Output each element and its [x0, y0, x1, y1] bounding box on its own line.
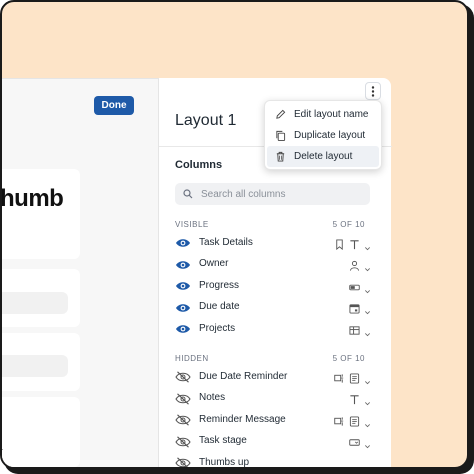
calendar-icon [349, 301, 360, 314]
hidden-heading: HIDDEN [175, 354, 209, 363]
chevron-down-icon[interactable] [364, 394, 371, 406]
bookmark-icon [334, 237, 345, 250]
column-label: Reminder Message [199, 413, 286, 425]
app-canvas: Done humb r [0, 78, 158, 467]
input-field[interactable] [2, 355, 68, 377]
chevron-down-icon[interactable] [364, 437, 371, 449]
visible-count: 5 OF 10 [332, 220, 365, 229]
eye-off-icon[interactable] [175, 370, 191, 383]
form-icon [349, 371, 360, 384]
layout-title: Layout 1 [175, 112, 237, 129]
column-type-icons [349, 392, 371, 406]
trash-icon [276, 151, 285, 162]
page-heading: humb [0, 185, 64, 212]
eye-icon[interactable] [175, 301, 191, 313]
chevron-down-icon[interactable] [364, 282, 371, 293]
chevron-down-icon[interactable] [364, 260, 371, 272]
window-frame: Done humb r Layout 1 Columns Search all … [0, 0, 469, 469]
copy-icon [276, 130, 286, 141]
menu-item-label: Delete layout [294, 151, 353, 162]
chevron-down-icon[interactable] [364, 373, 371, 384]
column-type-icons [349, 301, 371, 315]
pencil-icon [276, 109, 286, 119]
column-type-icons [334, 237, 371, 250]
menu-item-edit-layout-name[interactable]: Edit layout name [267, 104, 379, 125]
column-label: Progress [199, 279, 240, 291]
hidden-count: 5 OF 10 [332, 354, 365, 363]
column-row[interactable]: Due date [175, 297, 371, 317]
column-label: Due Date Reminder [199, 370, 288, 382]
kebab-icon [371, 85, 375, 97]
progress-icon [349, 280, 360, 291]
eye-off-icon[interactable] [175, 392, 191, 405]
text-type-icon [349, 392, 360, 405]
chevron-down-icon[interactable] [364, 239, 371, 250]
eye-icon[interactable] [175, 258, 191, 270]
columns-heading: Columns [175, 159, 223, 171]
input-field[interactable] [2, 292, 68, 314]
column-type-icons [349, 323, 371, 336]
column-label: Projects [199, 322, 236, 334]
column-label: Task stage [199, 435, 247, 446]
menu-item-delete-layout[interactable]: Delete layout [267, 146, 379, 167]
column-row[interactable]: Progress [175, 275, 371, 295]
column-row[interactable]: Reminder Message [175, 409, 371, 429]
column-label: Notes [199, 392, 226, 403]
eye-icon[interactable] [175, 279, 191, 291]
column-label: Thumbs up [199, 456, 250, 468]
menu-item-label: Edit layout name [294, 109, 369, 120]
layout-options-menu: Edit layout name Duplicate layout Delete… [264, 100, 382, 170]
column-row[interactable]: Projects [175, 318, 371, 338]
column-type-icons [334, 371, 371, 384]
eye-off-icon[interactable] [175, 456, 191, 467]
eye-icon[interactable] [175, 322, 191, 334]
footer-text: r [0, 446, 3, 456]
person-icon [349, 258, 360, 271]
text-type-icon [349, 237, 360, 249]
automation-icon [334, 371, 345, 383]
dropdown-icon [349, 435, 360, 446]
table-icon [349, 323, 360, 335]
visible-section-header: VISIBLE 5 OF 10 [175, 220, 365, 229]
column-type-icons [349, 435, 371, 449]
search-placeholder: Search all columns [201, 188, 286, 200]
eye-icon[interactable] [175, 236, 191, 248]
search-icon [183, 189, 193, 199]
title-card [2, 169, 80, 259]
column-label: Due date [199, 301, 240, 312]
automation-icon [334, 414, 345, 426]
column-row[interactable]: Task stage [175, 431, 371, 451]
column-row[interactable]: Owner [175, 254, 371, 274]
column-row[interactable]: Due Date Reminder [175, 366, 371, 386]
column-row[interactable]: Task Details [175, 232, 371, 252]
hidden-section-header: HIDDEN 5 OF 10 [175, 354, 365, 363]
done-button[interactable]: Done [94, 96, 134, 115]
visible-heading: VISIBLE [175, 220, 209, 229]
column-row[interactable]: Thumbs up [175, 452, 371, 468]
column-search-input[interactable]: Search all columns [175, 183, 370, 205]
eye-off-icon[interactable] [175, 435, 191, 448]
column-row[interactable]: Notes [175, 388, 371, 408]
more-options-button[interactable] [365, 82, 381, 100]
form-icon [349, 414, 360, 427]
column-label: Task Details [199, 236, 253, 248]
column-type-icons [334, 414, 371, 427]
chevron-down-icon[interactable] [364, 325, 371, 336]
chevron-down-icon[interactable] [364, 416, 371, 427]
card [2, 397, 80, 467]
eye-off-icon[interactable] [175, 413, 191, 426]
menu-item-label: Duplicate layout [294, 130, 366, 141]
column-label: Owner [199, 258, 229, 269]
column-type-icons [349, 280, 371, 293]
chevron-down-icon[interactable] [364, 303, 371, 315]
menu-item-duplicate-layout[interactable]: Duplicate layout [267, 125, 379, 146]
column-type-icons [349, 258, 371, 272]
